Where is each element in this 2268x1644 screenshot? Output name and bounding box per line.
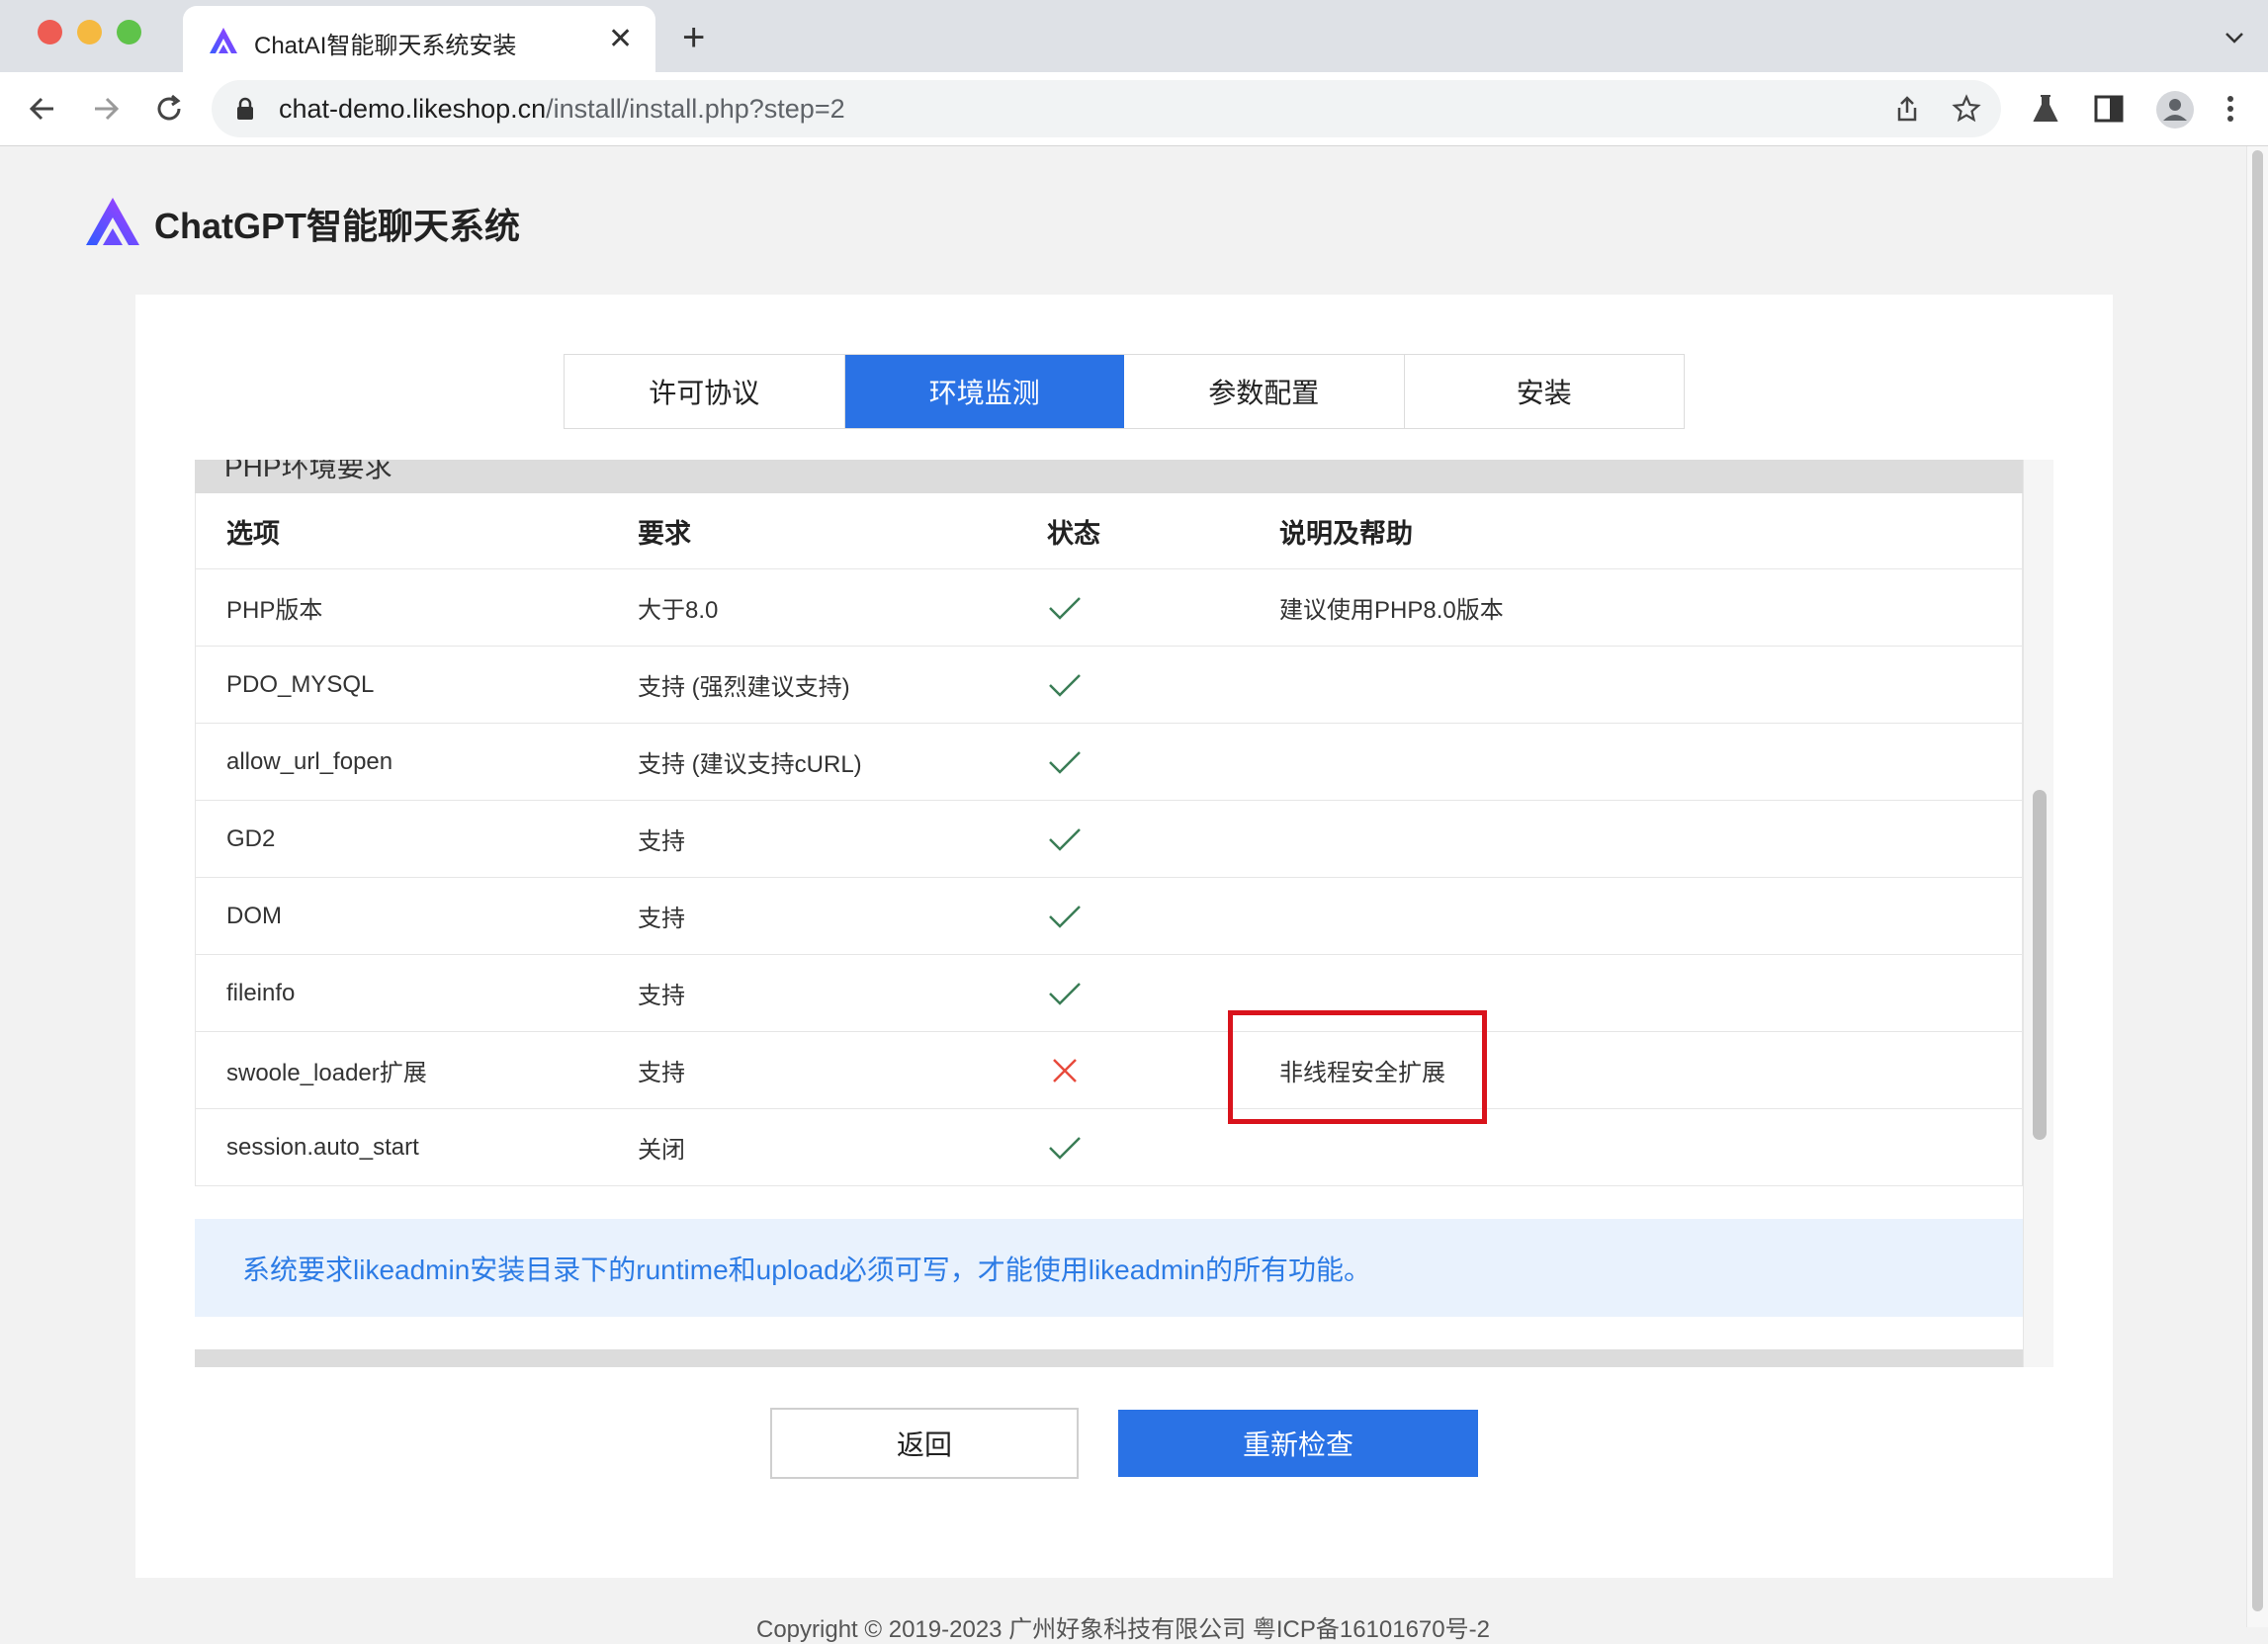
address-bar[interactable]: chat-demo.likeshop.cn/install/install.ph… bbox=[212, 80, 2001, 137]
table-row: fileinfo 支持 bbox=[196, 955, 2022, 1032]
row-requirement: 关闭 bbox=[638, 1137, 685, 1164]
labs-flask-icon[interactable] bbox=[2029, 92, 2062, 126]
new-tab-button[interactable]: + bbox=[682, 16, 705, 59]
row-requirement: 支持 (建议支持cURL) bbox=[638, 751, 862, 778]
row-requirement: 支持 bbox=[638, 906, 685, 932]
column-header-status: 状态 bbox=[1047, 518, 1100, 549]
table-row: swoole_loader扩展 支持 非线程安全扩展 bbox=[196, 1032, 2022, 1109]
row-status bbox=[1047, 1032, 1083, 1108]
maximize-window-button[interactable] bbox=[117, 20, 141, 44]
step-environment-check[interactable]: 环境监测 bbox=[844, 355, 1124, 428]
minimize-window-button[interactable] bbox=[77, 20, 102, 44]
check-icon bbox=[1049, 982, 1081, 1005]
table-row: GD2 支持 bbox=[196, 801, 2022, 878]
tab-title: ChatAI智能聊天系统安装 bbox=[254, 33, 517, 59]
close-tab-icon[interactable]: ✕ bbox=[608, 20, 633, 59]
permission-notice: 系统要求likeadmin安装目录下的runtime和upload必须可写，才能… bbox=[195, 1219, 2023, 1317]
star-bookmark-icon[interactable] bbox=[1952, 94, 1981, 124]
row-option: DOM bbox=[226, 902, 282, 929]
section-header: PHP环境要求 bbox=[195, 460, 2023, 493]
row-option: allow_url_fopen bbox=[226, 747, 393, 775]
lock-icon[interactable] bbox=[235, 97, 255, 121]
section-footer-bar bbox=[195, 1349, 2023, 1367]
step-install[interactable]: 安装 bbox=[1405, 355, 1685, 428]
share-icon[interactable] bbox=[1892, 94, 1922, 124]
check-icon bbox=[1049, 905, 1081, 928]
table-header: 选项 要求 状态 说明及帮助 bbox=[196, 493, 2022, 569]
brand-logo-icon bbox=[86, 198, 139, 245]
table-row: allow_url_fopen 支持 (建议支持cURL) bbox=[196, 724, 2022, 801]
forward-arrow-icon[interactable] bbox=[87, 90, 125, 128]
reload-icon[interactable] bbox=[150, 90, 188, 128]
url-path: /install/install.php?step=2 bbox=[546, 94, 845, 124]
check-icon bbox=[1049, 596, 1081, 620]
recheck-button[interactable]: 重新检查 bbox=[1118, 1410, 1478, 1477]
chevron-down-icon[interactable] bbox=[2223, 26, 2246, 49]
url-text[interactable]: chat-demo.likeshop.cn/install/install.ph… bbox=[279, 94, 845, 125]
row-requirement: 支持 bbox=[638, 983, 685, 1009]
highlight-box bbox=[1228, 1010, 1487, 1124]
side-panel-icon[interactable] bbox=[2092, 92, 2126, 126]
site-logo-icon bbox=[210, 28, 237, 53]
profile-avatar-icon[interactable] bbox=[2155, 90, 2195, 130]
row-requirement: 大于8.0 bbox=[638, 597, 719, 624]
brand-title: ChatGPT智能聊天系统 bbox=[154, 206, 521, 246]
url-host: chat-demo.likeshop.cn bbox=[279, 94, 547, 124]
table-row: DOM 支持 bbox=[196, 878, 2022, 955]
row-help: 建议使用PHP8.0版本 bbox=[1279, 597, 1504, 624]
row-option: PDO_MYSQL bbox=[226, 670, 375, 698]
cross-icon bbox=[1053, 1058, 1077, 1082]
check-icon bbox=[1049, 750, 1081, 774]
table-row: PHP版本 大于8.0 建议使用PHP8.0版本 bbox=[196, 569, 2022, 647]
row-status bbox=[1047, 878, 1083, 954]
environment-scroll-panel[interactable]: PHP环境要求 选项 要求 状态 说明及帮助 PHP版本 大于8.0 建议使用P… bbox=[195, 460, 2053, 1367]
check-icon bbox=[1049, 673, 1081, 697]
check-icon bbox=[1049, 827, 1081, 851]
environment-table: 选项 要求 状态 说明及帮助 PHP版本 大于8.0 建议使用PHP8.0版本 … bbox=[195, 493, 2023, 1186]
section-title: PHP环境要求 bbox=[224, 460, 393, 482]
step-parameter-config[interactable]: 参数配置 bbox=[1124, 355, 1405, 428]
browser-tab[interactable]: ChatAI智能聊天系统安装 ✕ bbox=[183, 6, 655, 72]
row-requirement: 支持 (强烈建议支持) bbox=[638, 674, 850, 701]
step-license[interactable]: 许可协议 bbox=[565, 355, 845, 428]
permission-notice-text: 系统要求likeadmin安装目录下的runtime和upload必须可写，才能… bbox=[242, 1255, 1372, 1285]
row-option: fileinfo bbox=[226, 979, 296, 1006]
panel-scrollbar-thumb[interactable] bbox=[2033, 790, 2047, 1140]
row-requirement: 支持 bbox=[638, 1060, 685, 1086]
row-status bbox=[1047, 1109, 1083, 1185]
browser-toolbar: chat-demo.likeshop.cn/install/install.ph… bbox=[0, 72, 2268, 146]
column-header-option: 选项 bbox=[226, 518, 280, 549]
check-icon bbox=[1049, 1136, 1081, 1160]
panel-scrollbar[interactable] bbox=[2023, 460, 2053, 1367]
row-option: GD2 bbox=[226, 824, 276, 852]
row-status bbox=[1047, 955, 1083, 1031]
row-status bbox=[1047, 569, 1083, 646]
back-button[interactable]: 返回 bbox=[770, 1408, 1079, 1479]
page-scrollbar[interactable] bbox=[2246, 146, 2268, 1627]
column-header-requirement: 要求 bbox=[638, 518, 691, 549]
row-status bbox=[1047, 647, 1083, 723]
close-window-button[interactable] bbox=[38, 20, 62, 44]
back-arrow-icon[interactable] bbox=[24, 90, 61, 128]
row-option: PHP版本 bbox=[226, 597, 323, 624]
table-row: PDO_MYSQL 支持 (强烈建议支持) bbox=[196, 647, 2022, 724]
more-menu-icon[interactable] bbox=[2221, 92, 2240, 126]
install-steps: 许可协议 环境监测 参数配置 安装 bbox=[564, 354, 1685, 429]
row-status bbox=[1047, 724, 1083, 800]
browser-tab-bar: ChatAI智能聊天系统安装 ✕ + bbox=[0, 0, 2268, 72]
row-option: session.auto_start bbox=[226, 1133, 419, 1161]
row-status bbox=[1047, 801, 1083, 877]
table-row: session.auto_start 关闭 bbox=[196, 1109, 2022, 1186]
row-option: swoole_loader扩展 bbox=[226, 1060, 427, 1086]
row-requirement: 支持 bbox=[638, 828, 685, 855]
column-header-help: 说明及帮助 bbox=[1279, 518, 1413, 549]
page-scrollbar-thumb[interactable] bbox=[2252, 150, 2263, 1611]
